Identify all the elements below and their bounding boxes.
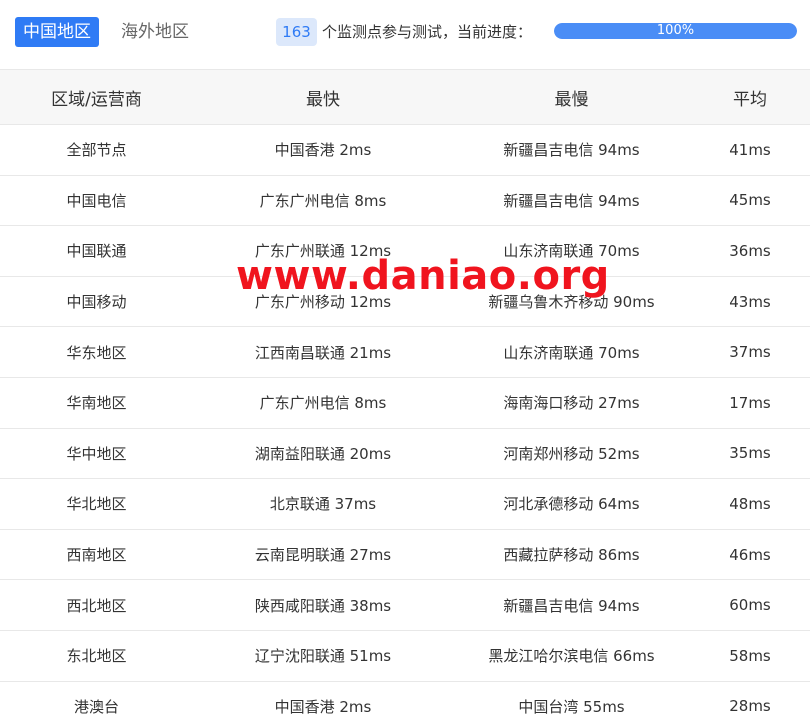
cell-average: 35ms <box>690 428 810 480</box>
cell-fastest: 云南昆明联通 27ms <box>193 529 453 581</box>
header-region: 区域/运营商 <box>0 69 193 125</box>
cell-slowest: 海南海口移动 27ms <box>453 377 690 429</box>
table-header-row: 区域/运营商 最快 最慢 平均 <box>0 69 810 125</box>
progress-label: 100% <box>656 23 695 38</box>
cell-region: 中国移动 <box>0 276 193 328</box>
cell-region: 华北地区 <box>0 478 193 530</box>
cell-slowest: 新疆昌吉电信 94ms <box>453 579 690 631</box>
cell-slowest: 中国台湾 55ms <box>453 681 690 727</box>
cell-average: 17ms <box>690 377 810 429</box>
cell-fastest: 江西南昌联通 21ms <box>193 326 453 378</box>
cell-fastest: 中国香港 2ms <box>193 681 453 727</box>
cell-region: 中国电信 <box>0 175 193 227</box>
cell-average: 48ms <box>690 478 810 530</box>
cell-region: 港澳台 <box>0 681 193 727</box>
cell-average: 37ms <box>690 326 810 378</box>
cell-slowest: 新疆昌吉电信 94ms <box>453 124 690 176</box>
cell-average: 36ms <box>690 225 810 277</box>
table-row: 东北地区 辽宁沈阳联通 51ms 黑龙江哈尔滨电信 66ms 58ms <box>0 630 810 682</box>
table-row: 港澳台 中国香港 2ms 中国台湾 55ms 28ms <box>0 681 810 727</box>
results-table: 区域/运营商 最快 最慢 平均 全部节点 中国香港 2ms 新疆昌吉电信 94ms 4… <box>0 69 810 727</box>
cell-region: 全部节点 <box>0 124 193 176</box>
cell-slowest: 山东济南联通 70ms <box>453 326 690 378</box>
cell-average: 60ms <box>690 579 810 631</box>
cell-region: 西北地区 <box>0 579 193 631</box>
table-row: 华东地区 江西南昌联通 21ms 山东济南联通 70ms 37ms <box>0 326 810 378</box>
cell-fastest: 湖南益阳联通 20ms <box>193 428 453 480</box>
table-body: 全部节点 中国香港 2ms 新疆昌吉电信 94ms 41ms 中国电信 广东广州电信 8m… <box>0 124 810 727</box>
table-row: 全部节点 中国香港 2ms 新疆昌吉电信 94ms 41ms <box>0 124 810 176</box>
cell-average: 58ms <box>690 630 810 682</box>
cell-region: 东北地区 <box>0 630 193 682</box>
cell-average: 41ms <box>690 124 810 176</box>
table-row: 中国电信 广东广州电信 8ms 新疆昌吉电信 94ms 45ms <box>0 175 810 227</box>
cell-region: 华南地区 <box>0 377 193 429</box>
cell-region: 华中地区 <box>0 428 193 480</box>
cell-slowest: 新疆昌吉电信 94ms <box>453 175 690 227</box>
cell-fastest: 广东广州电信 8ms <box>193 175 453 227</box>
monitor-count-text: 个监测点参与测试，当前进度： <box>322 23 533 41</box>
table-row: 华南地区 广东广州电信 8ms 海南海口移动 27ms 17ms <box>0 377 810 429</box>
table-row: 华中地区 湖南益阳联通 20ms 河南郑州移动 52ms 35ms <box>0 428 810 480</box>
cell-region: 华东地区 <box>0 326 193 378</box>
cell-slowest: 河南郑州移动 52ms <box>453 428 690 480</box>
table-row: 西北地区 陕西咸阳联通 38ms 新疆昌吉电信 94ms 60ms <box>0 579 810 631</box>
cell-fastest: 北京联通 37ms <box>193 478 453 530</box>
monitor-count-badge: 163 <box>276 18 317 46</box>
tab-china[interactable]: 中国地区 <box>15 17 99 47</box>
cell-fastest: 陕西咸阳联通 38ms <box>193 579 453 631</box>
header-fastest: 最快 <box>193 69 453 125</box>
cell-slowest: 西藏拉萨移动 86ms <box>453 529 690 581</box>
cell-fastest: 中国香港 2ms <box>193 124 453 176</box>
cell-fastest: 辽宁沈阳联通 51ms <box>193 630 453 682</box>
cell-average: 46ms <box>690 529 810 581</box>
cell-average: 43ms <box>690 276 810 328</box>
cell-average: 28ms <box>690 681 810 727</box>
cell-average: 45ms <box>690 175 810 227</box>
tab-overseas[interactable]: 海外地区 <box>121 17 189 47</box>
header-average: 平均 <box>690 69 810 125</box>
table-row: 华北地区 北京联通 37ms 河北承德移动 64ms 48ms <box>0 478 810 530</box>
cell-fastest: 广东广州电信 8ms <box>193 377 453 429</box>
cell-region: 西南地区 <box>0 529 193 581</box>
cell-slowest: 河北承德移动 64ms <box>453 478 690 530</box>
header-slowest: 最慢 <box>453 69 690 125</box>
table-row: 西南地区 云南昆明联通 27ms 西藏拉萨移动 86ms 46ms <box>0 529 810 581</box>
cell-slowest: 黑龙江哈尔滨电信 66ms <box>453 630 690 682</box>
cell-region: 中国联通 <box>0 225 193 277</box>
progress-bar: 100% <box>554 23 797 39</box>
watermark-text: www.daniao.org <box>236 253 610 299</box>
top-bar: 中国地区 海外地区 163 个监测点参与测试，当前进度： 100% <box>0 0 810 69</box>
